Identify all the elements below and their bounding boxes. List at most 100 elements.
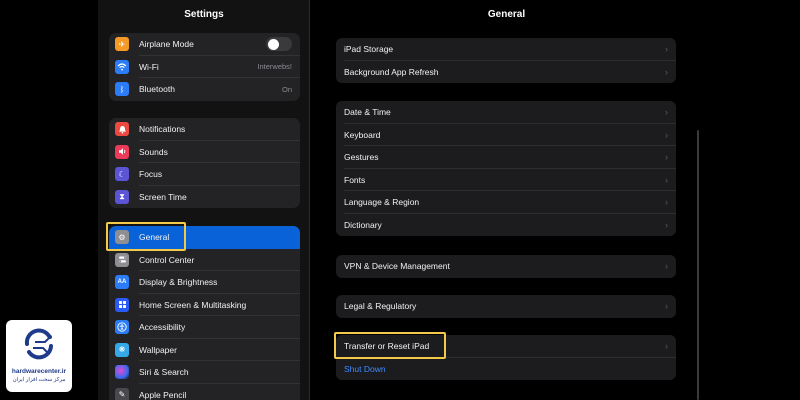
sidebar-item-label: Accessibility [139, 322, 186, 333]
general-detail-pane: General iPad Storage › Background App Re… [311, 0, 702, 400]
detail-group-storage: iPad Storage › Background App Refresh › [336, 38, 676, 83]
sidebar-group-general: ⚙ General Control Center AA Display & Br… [109, 226, 300, 400]
wifi-network-value: Interwebs! [257, 62, 292, 72]
ipad-screen: Settings ✈ Airplane Mode Wi-Fi Interwebs… [98, 0, 702, 400]
sidebar-item-label: Notifications [139, 124, 186, 135]
siri-icon [115, 365, 129, 380]
chevron-right-icon: › [665, 152, 668, 163]
row-fonts[interactable]: Fonts › [336, 169, 676, 192]
row-label: Keyboard [344, 129, 381, 140]
speaker-icon [115, 144, 129, 159]
watermark-logo: hardwarecenter.ir مرکز سخت افزار ایران [6, 320, 72, 392]
row-label: Date & Time [344, 107, 391, 118]
chevron-right-icon: › [665, 341, 668, 352]
sidebar-item-home-screen[interactable]: Home Screen & Multitasking [109, 294, 300, 317]
detail-group-system: Date & Time › Keyboard › Gestures › Font… [336, 101, 676, 236]
chevron-right-icon: › [665, 197, 668, 208]
flower-icon: ❋ [115, 342, 129, 357]
sidebar-item-apple-pencil[interactable]: ✎ Apple Pencil [109, 384, 300, 400]
sidebar-item-airplane-mode[interactable]: ✈ Airplane Mode [109, 33, 300, 56]
detail-group-vpn: VPN & Device Management › [336, 255, 676, 278]
sidebar-item-sounds[interactable]: Sounds [109, 141, 300, 164]
sidebar-item-label: Control Center [139, 254, 195, 265]
sidebar-item-screen-time[interactable]: ⧗ Screen Time [109, 186, 300, 209]
bluetooth-status-value: On [281, 84, 292, 94]
sidebar-item-label: Bluetooth [139, 84, 175, 95]
airplane-mode-toggle[interactable] [266, 37, 292, 52]
sidebar-item-wifi[interactable]: Wi-Fi Interwebs! [109, 56, 300, 79]
row-date-time[interactable]: Date & Time › [336, 101, 676, 124]
row-label: Gestures [344, 152, 379, 163]
sidebar-item-label: Wi-Fi [139, 61, 159, 72]
row-gestures[interactable]: Gestures › [336, 146, 676, 169]
sidebar-item-display-brightness[interactable]: AA Display & Brightness [109, 271, 300, 294]
grid-icon [115, 297, 129, 312]
row-label: Language & Region [344, 197, 420, 208]
sidebar-item-label: Home Screen & Multitasking [139, 299, 247, 310]
bluetooth-icon: ᛒ [115, 82, 129, 97]
row-transfer-reset-ipad[interactable]: Transfer or Reset iPad › [336, 335, 676, 358]
row-label: VPN & Device Management [344, 261, 450, 272]
sidebar-item-wallpaper[interactable]: ❋ Wallpaper [109, 339, 300, 362]
row-label: Background App Refresh [344, 66, 439, 77]
row-label: Legal & Regulatory [344, 301, 417, 312]
hourglass-icon: ⧗ [115, 189, 129, 204]
pencil-icon: ✎ [115, 387, 129, 400]
chevron-right-icon: › [665, 261, 668, 272]
sidebar-title: Settings [184, 9, 224, 20]
sidebar-item-label: Apple Pencil [139, 389, 187, 400]
chevron-right-icon: › [665, 66, 668, 77]
sidebar-group-connectivity: ✈ Airplane Mode Wi-Fi Interwebs! ᛒ Bluet… [109, 33, 300, 101]
sidebar-item-label: Airplane Mode [139, 39, 194, 50]
row-vpn-device-management[interactable]: VPN & Device Management › [336, 255, 676, 278]
sidebar-item-focus[interactable]: ☾ Focus [109, 163, 300, 186]
row-label: Fonts [344, 174, 366, 185]
chevron-right-icon: › [665, 129, 668, 140]
detail-scrollbar[interactable] [697, 130, 699, 400]
switches-icon [115, 252, 129, 267]
row-keyboard[interactable]: Keyboard › [336, 124, 676, 147]
row-background-app-refresh[interactable]: Background App Refresh › [336, 61, 676, 84]
detail-title: General [487, 9, 526, 20]
watermark-tagline: مرکز سخت افزار ایران [12, 377, 66, 383]
sidebar-item-siri-search[interactable]: Siri & Search [109, 361, 300, 384]
row-label: Transfer or Reset iPad [344, 341, 430, 352]
chevron-right-icon: › [665, 174, 668, 185]
accessibility-icon [115, 320, 129, 335]
sidebar-item-label: Focus [139, 169, 163, 180]
sidebar-item-label: General [139, 232, 170, 243]
row-ipad-storage[interactable]: iPad Storage › [336, 38, 676, 61]
sidebar-group-notifications: Notifications Sounds ☾ Focus ⧗ Screen Ti… [109, 118, 300, 208]
sidebar-item-label: Wallpaper [139, 344, 177, 355]
text-size-icon: AA [115, 275, 129, 290]
sidebar-item-control-center[interactable]: Control Center [109, 249, 300, 272]
sidebar-item-label: Siri & Search [139, 367, 189, 378]
detail-group-legal: Legal & Regulatory › [336, 295, 676, 318]
moon-icon: ☾ [115, 167, 129, 182]
chevron-right-icon: › [665, 219, 668, 230]
sidebar-item-accessibility[interactable]: Accessibility [109, 316, 300, 339]
sidebar-item-label: Sounds [139, 146, 168, 157]
wifi-icon [115, 59, 129, 74]
row-label: iPad Storage [344, 44, 394, 55]
row-dictionary[interactable]: Dictionary › [336, 214, 676, 237]
sidebar-item-general[interactable]: ⚙ General [109, 226, 300, 249]
detail-group-reset: Transfer or Reset iPad › Shut Down [336, 335, 676, 380]
row-label: Dictionary [344, 219, 382, 230]
shut-down-link: Shut Down [344, 363, 386, 374]
chevron-right-icon: › [665, 44, 668, 55]
airplane-icon: ✈ [115, 37, 129, 52]
sidebar-item-bluetooth[interactable]: ᛒ Bluetooth On [109, 78, 300, 101]
sidebar-item-notifications[interactable]: Notifications [109, 118, 300, 141]
watermark-site: hardwarecenter.ir [11, 368, 67, 375]
settings-sidebar: Settings ✈ Airplane Mode Wi-Fi Interwebs… [98, 0, 310, 400]
chevron-right-icon: › [665, 107, 668, 118]
sidebar-item-label: Display & Brightness [139, 277, 218, 288]
toggle-knob [267, 38, 279, 50]
row-legal-regulatory[interactable]: Legal & Regulatory › [336, 295, 676, 318]
row-shut-down[interactable]: Shut Down [336, 358, 676, 381]
circuit-logo-icon [24, 328, 53, 360]
bell-icon [115, 122, 129, 137]
row-language-region[interactable]: Language & Region › [336, 191, 676, 214]
gear-icon: ⚙ [115, 230, 129, 245]
